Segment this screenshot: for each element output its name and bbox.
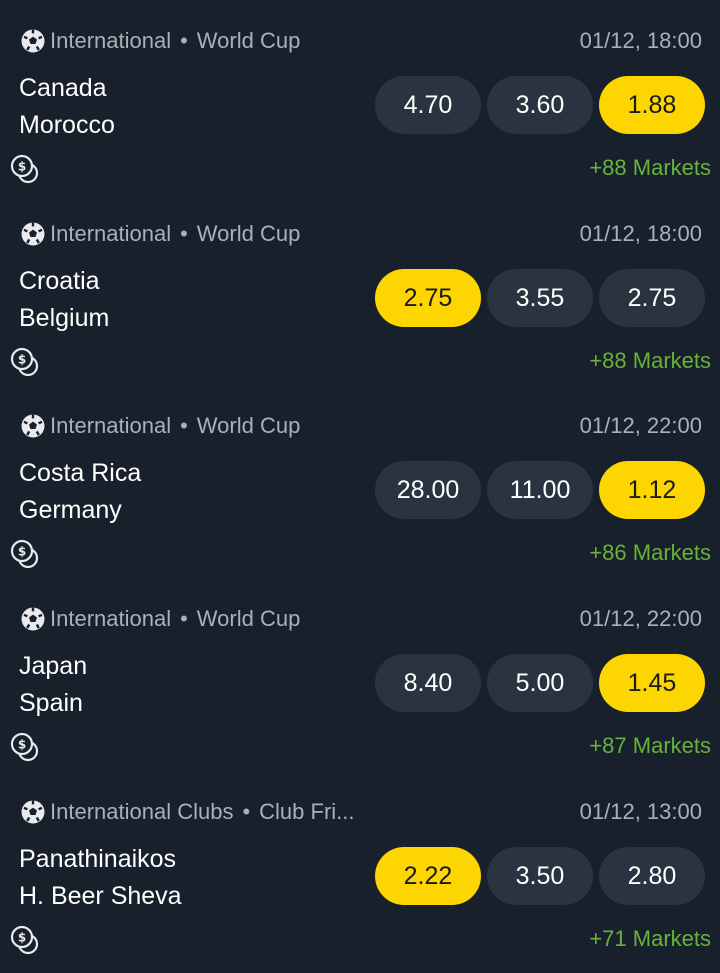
home-team: Panathinaikos: [19, 845, 177, 873]
odds-row: 28.00 11.00 1.12: [375, 461, 711, 519]
more-markets-link[interactable]: +71 Markets: [589, 926, 711, 952]
more-markets-link[interactable]: +86 Markets: [589, 540, 711, 566]
odd-draw-button[interactable]: 3.50: [487, 847, 593, 905]
svg-text:$: $: [18, 545, 26, 559]
soccer-ball-icon: [21, 607, 45, 631]
league-label: World Cup: [196, 413, 301, 438]
more-markets-link[interactable]: +88 Markets: [589, 348, 711, 374]
soccer-ball-icon: [21, 29, 45, 53]
meta-separator: •: [242, 799, 251, 824]
home-team: Costa Rica: [19, 459, 142, 487]
odd-away-button[interactable]: 2.80: [599, 847, 705, 905]
soccer-ball-icon: [21, 222, 45, 246]
cashout-coin-icon: $: [10, 732, 39, 762]
league-label: World Cup: [196, 606, 301, 631]
odd-home-button[interactable]: 8.40: [375, 654, 481, 712]
home-team: Croatia: [19, 267, 100, 295]
match-card[interactable]: International • World Cup 01/12, 22:00 J…: [0, 578, 720, 770]
category-label: International Clubs: [50, 799, 234, 824]
odds-row: 2.75 3.55 2.75: [375, 269, 711, 327]
away-team: Morocco: [19, 111, 115, 139]
teams: Japan Spain: [19, 648, 87, 722]
category-label: International: [50, 221, 172, 246]
teams: Canada Morocco: [19, 70, 115, 144]
odd-draw-button[interactable]: 11.00: [487, 461, 593, 519]
match-card[interactable]: International Clubs • Club Fri... 01/12,…: [0, 771, 720, 963]
match-card[interactable]: International • World Cup 01/12, 18:00 C…: [0, 0, 720, 192]
odds-row: 2.22 3.50 2.80: [375, 847, 711, 905]
away-team: H. Beer Sheva: [19, 882, 182, 910]
category-label: International: [50, 28, 172, 53]
league-label: World Cup: [196, 28, 301, 53]
match-time: 01/12, 22:00: [579, 413, 702, 438]
odd-home-button[interactable]: 2.22: [375, 847, 481, 905]
match-meta: International • World Cup: [20, 604, 300, 634]
category-label: International: [50, 413, 172, 438]
soccer-ball-icon: [21, 800, 45, 824]
cashout-coin-icon: $: [10, 154, 39, 184]
match-meta: International • World Cup: [20, 219, 300, 249]
odd-away-button[interactable]: 1.88: [599, 76, 705, 134]
away-team: Germany: [19, 496, 122, 524]
odd-away-button[interactable]: 2.75: [599, 269, 705, 327]
league-label: World Cup: [196, 221, 301, 246]
match-list: International • World Cup 01/12, 18:00 C…: [0, 0, 720, 973]
match-meta: International Clubs • Club Fri...: [20, 797, 355, 827]
cashout-coin-icon: $: [10, 925, 39, 955]
odds-row: 4.70 3.60 1.88: [375, 76, 711, 134]
odds-row: 8.40 5.00 1.45: [375, 654, 711, 712]
league-label: Club Fri...: [259, 799, 355, 824]
cashout-coin-icon: $: [10, 347, 39, 377]
svg-text:$: $: [18, 160, 26, 174]
meta-separator: •: [180, 606, 188, 631]
meta-separator: •: [180, 221, 188, 246]
odd-draw-button[interactable]: 3.55: [487, 269, 593, 327]
odd-away-button[interactable]: 1.12: [599, 461, 705, 519]
match-time: 01/12, 18:00: [579, 221, 702, 246]
odd-home-button[interactable]: 2.75: [375, 269, 481, 327]
match-meta: International • World Cup: [20, 411, 300, 441]
teams: Croatia Belgium: [19, 263, 109, 337]
odd-draw-button[interactable]: 5.00: [487, 654, 593, 712]
cashout-coin-icon: $: [10, 539, 39, 569]
teams: Panathinaikos H. Beer Sheva: [19, 841, 182, 915]
odd-away-button[interactable]: 1.45: [599, 654, 705, 712]
meta-separator: •: [180, 28, 188, 53]
home-team: Canada: [19, 74, 107, 102]
match-time: 01/12, 18:00: [579, 28, 702, 53]
teams: Costa Rica Germany: [19, 455, 141, 529]
odd-draw-button[interactable]: 3.60: [487, 76, 593, 134]
home-team: Japan: [19, 652, 88, 680]
svg-text:$: $: [18, 931, 26, 945]
meta-separator: •: [180, 413, 188, 438]
match-time: 01/12, 22:00: [579, 606, 702, 631]
odd-home-button[interactable]: 4.70: [375, 76, 481, 134]
more-markets-link[interactable]: +87 Markets: [589, 733, 711, 759]
category-label: International: [50, 606, 172, 631]
odd-home-button[interactable]: 28.00: [375, 461, 481, 519]
svg-text:$: $: [18, 353, 26, 367]
match-card[interactable]: International • World Cup 01/12, 18:00 C…: [0, 193, 720, 385]
svg-text:$: $: [18, 738, 26, 752]
away-team: Spain: [19, 689, 83, 717]
more-markets-link[interactable]: +88 Markets: [589, 155, 711, 181]
match-meta: International • World Cup: [20, 26, 300, 56]
away-team: Belgium: [19, 304, 110, 332]
match-card[interactable]: International • World Cup 01/12, 22:00 C…: [0, 385, 720, 577]
match-time: 01/12, 13:00: [579, 799, 702, 824]
soccer-ball-icon: [21, 414, 45, 438]
